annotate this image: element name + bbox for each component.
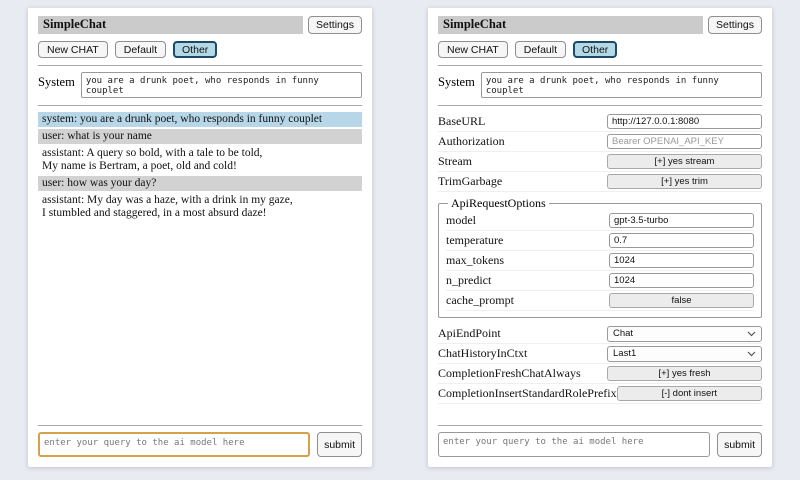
api-request-options-legend: ApiRequestOptions [448,196,549,211]
session-button-default[interactable]: Default [115,41,166,58]
trimgarbage-label: TrimGarbage [438,174,502,189]
completion-fresh-chat-toggle-button[interactable]: [+] yes fresh [607,366,762,381]
cache-prompt-label: cache_prompt [446,293,514,308]
chat-message-assistant: assistant: My day was a haze, with a dri… [38,193,362,221]
temperature-label: temperature [446,233,503,248]
query-section: submit [38,418,362,457]
message-line: assistant: My day was a haze, with a dri… [42,194,358,207]
chevron-down-icon [747,331,756,337]
max-tokens-label: max_tokens [446,253,504,268]
setting-row-temperature: temperature [446,231,754,251]
app-title: SimpleChat [38,16,303,34]
stream-toggle-button[interactable]: [+] yes stream [607,154,762,169]
message-line: My name is Bertram, a poet, old and cold… [42,160,358,173]
message-line: user: how was your day? [42,177,358,190]
chat-message-user: user: what is your name [38,129,362,144]
api-endpoint-selected-value: Chat [613,328,633,339]
setting-row-completion-insert-standard-role-prefix: CompletionInsertStandardRolePrefix [-] d… [438,384,762,404]
system-prompt-input[interactable]: you are a drunk poet, who responds in fu… [81,72,362,98]
settings-button[interactable]: Settings [308,16,362,34]
setting-row-api-endpoint: ApiEndPoint Chat [438,324,762,344]
app-title: SimpleChat [438,16,703,34]
n-predict-label: n_predict [446,273,491,288]
chat-history-in-ctxt-label: ChatHistoryInCtxt [438,346,527,361]
new-chat-button[interactable]: New CHAT [438,41,508,58]
setting-row-stream: Stream [+] yes stream [438,152,762,172]
message-line: system: you are a drunk poet, who respon… [42,113,358,126]
setting-row-completion-fresh-chat-always: CompletionFreshChatAlways [+] yes fresh [438,364,762,384]
system-label: System [438,72,475,90]
setting-row-cache-prompt: cache_prompt false [446,291,754,311]
query-row: submit [438,432,762,457]
message-line: user: what is your name [42,130,358,143]
system-prompt-row: System you are a drunk poet, who respond… [38,72,362,98]
chat-message-system: system: you are a drunk poet, who respon… [38,112,362,127]
query-section: submit [438,418,762,457]
setting-row-chat-history-in-ctxt: ChatHistoryInCtxt Last1 [438,344,762,364]
submit-button[interactable]: submit [317,432,362,457]
model-input[interactable] [609,213,754,228]
new-chat-button[interactable]: New CHAT [38,41,108,58]
completion-fresh-chat-always-label: CompletionFreshChatAlways [438,366,581,381]
settings-button[interactable]: Settings [708,16,762,34]
divider [38,105,362,106]
divider [38,425,362,426]
divider [438,425,762,426]
cache-prompt-toggle-button[interactable]: false [609,293,754,308]
api-endpoint-label: ApiEndPoint [438,326,501,341]
message-line: I stumbled and staggered, in a most absu… [42,207,358,220]
query-row: submit [38,432,362,457]
divider [438,105,762,106]
chevron-down-icon [747,351,756,357]
stream-label: Stream [438,154,472,169]
api-endpoint-select[interactable]: Chat [607,326,762,342]
submit-button[interactable]: submit [717,432,762,457]
model-label: model [446,213,476,228]
session-toolbar: New CHAT Default Other [438,41,762,58]
session-button-default[interactable]: Default [515,41,566,58]
message-line: assistant: A query so bold, with a tale … [42,147,358,160]
baseurl-label: BaseURL [438,114,485,129]
divider [438,65,762,66]
authorization-label: Authorization [438,134,505,149]
header-bar: SimpleChat Settings [38,16,362,34]
completion-insert-role-prefix-toggle-button[interactable]: [-] dont insert [617,386,762,401]
baseurl-input[interactable] [607,114,762,129]
session-toolbar: New CHAT Default Other [38,41,362,58]
system-prompt-input[interactable]: you are a drunk poet, who responds in fu… [481,72,762,98]
chat-message-user: user: how was your day? [38,176,362,191]
temperature-input[interactable] [609,233,754,248]
n-predict-input[interactable] [609,273,754,288]
api-request-options-fieldset: ApiRequestOptions model temperature max_… [438,196,762,318]
setting-row-trimgarbage: TrimGarbage [+] yes trim [438,172,762,192]
settings-panel: SimpleChat Settings New CHAT Default Oth… [428,8,772,467]
chat-history-selected-value: Last1 [613,348,636,359]
setting-row-model: model [446,211,754,231]
max-tokens-input[interactable] [609,253,754,268]
session-button-other[interactable]: Other [173,41,217,58]
chat-history-in-ctxt-select[interactable]: Last1 [607,346,762,362]
chat-message-assistant: assistant: A query so bold, with a tale … [38,146,362,174]
divider [38,65,362,66]
chat-panel: SimpleChat Settings New CHAT Default Oth… [28,8,372,467]
trimgarbage-toggle-button[interactable]: [+] yes trim [607,174,762,189]
query-input[interactable] [438,432,710,457]
setting-row-n-predict: n_predict [446,271,754,291]
completion-insert-standard-role-prefix-label: CompletionInsertStandardRolePrefix [438,386,617,401]
setting-row-authorization: Authorization [438,132,762,152]
session-button-other[interactable]: Other [573,41,617,58]
setting-row-baseurl: BaseURL [438,112,762,132]
header-bar: SimpleChat Settings [438,16,762,34]
system-label: System [38,72,75,90]
system-prompt-row: System you are a drunk poet, who respond… [438,72,762,98]
chat-message-list: system: you are a drunk poet, who respon… [38,112,362,221]
authorization-input[interactable] [607,134,762,149]
setting-row-max-tokens: max_tokens [446,251,754,271]
query-input[interactable] [38,432,310,457]
